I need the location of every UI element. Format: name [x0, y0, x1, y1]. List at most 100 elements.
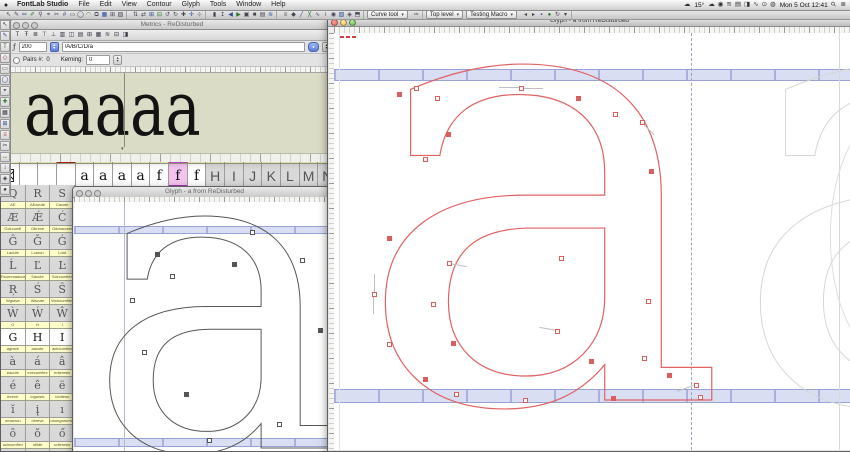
curve-node[interactable] [300, 258, 305, 263]
toolbar-icon[interactable]: ▤ [259, 11, 266, 19]
curve-node[interactable] [387, 342, 392, 347]
fan-icon[interactable]: ◉ [718, 0, 724, 10]
toolbar-icon[interactable]: ◀ [227, 11, 234, 19]
toolbar-icon[interactable]: ≀ [322, 11, 329, 19]
apple-menu-icon[interactable]: ● [0, 2, 12, 9]
toolbar-icon[interactable]: ✑ [413, 11, 420, 19]
curve-node[interactable] [646, 299, 651, 304]
toolbar-icon[interactable]: ≡ [282, 11, 289, 19]
palette-tool-icon[interactable]: ▦ [0, 108, 10, 118]
menu-item-edit[interactable]: Edit [95, 0, 117, 10]
curve-node[interactable] [667, 373, 672, 378]
toolbar-icon[interactable]: ≋ [267, 11, 274, 19]
curve-node[interactable] [611, 396, 616, 401]
palette-tool-icon[interactable]: ≡ [0, 130, 10, 140]
toolbar-dropdown-top-level[interactable]: Top level▾ [426, 10, 463, 19]
curve-node[interactable] [155, 252, 160, 257]
glyph-cell-G[interactable]: f [188, 164, 207, 188]
metrics-toolbar-icon[interactable]: ▦ [95, 31, 102, 39]
palette-tool-icon[interactable]: ⌖ [0, 86, 10, 96]
metrics-toolbar-icon[interactable]: ⊥ [50, 31, 57, 39]
eject-icon[interactable]: ⊙ [762, 0, 767, 10]
curve-node[interactable] [207, 438, 212, 443]
bezier-handle[interactable] [521, 88, 543, 89]
curve-node[interactable] [250, 230, 255, 235]
glyph-cell[interactable]: á [26, 353, 51, 370]
palette-tool-icon[interactable]: ✚ [0, 97, 10, 107]
curve-node[interactable] [454, 392, 459, 397]
metrics-toolbar-icon[interactable]: ⊟ [113, 31, 120, 39]
glyph-header-H[interactable]: H [26, 322, 51, 329]
curve-node[interactable] [423, 377, 428, 382]
glyph-cell[interactable]: Ľ [26, 257, 51, 274]
glyph-header-Gcircumfl[interactable]: Gcircumfl [1, 226, 26, 233]
weather-icon[interactable]: ☁ [684, 0, 691, 10]
glyph-header-omacron[interactable]: omacron [1, 418, 26, 425]
menu-item-view[interactable]: View [117, 0, 142, 10]
glyph-header-Wgrave[interactable]: Wgrave [1, 298, 26, 305]
toolbar-icon[interactable]: ◉ [330, 11, 337, 19]
menu-item-fontlab-studio[interactable]: FontLab Studio [12, 0, 73, 10]
glyph-cell[interactable]: G [1, 329, 26, 346]
curve-node[interactable] [451, 341, 456, 346]
curve-node[interactable] [523, 398, 528, 403]
metrics-toolbar-icon[interactable]: ◨ [122, 31, 129, 39]
glyph-cell[interactable]: Ĝ [1, 233, 26, 250]
glyph-header-AE[interactable]: AE [1, 202, 26, 209]
curve-node[interactable] [277, 422, 282, 427]
toolbar-icon[interactable]: ▾ [562, 11, 569, 19]
glyph-header-obreve[interactable]: obreve [26, 418, 51, 425]
palette-tool-icon[interactable]: ◇ [0, 53, 10, 63]
curve-node[interactable] [446, 132, 451, 137]
glyph-header-iogonek[interactable]: iogonek [26, 394, 51, 401]
string-field[interactable] [62, 42, 305, 52]
glyph-cell-B[interactable]: a [94, 164, 113, 188]
spotlight-icon[interactable]: ⚲ [829, 0, 839, 10]
toolbar-icon[interactable]: ▮ [211, 11, 218, 19]
glyph-header-eacute[interactable]: eacute [1, 370, 26, 377]
toolbar-icon[interactable]: # [61, 11, 68, 19]
curve-node[interactable] [387, 236, 392, 241]
glyph-header-agrave[interactable]: agrave [1, 346, 26, 353]
toolbar-icon[interactable]: ✏ [21, 11, 28, 19]
metrics-preview[interactable]: aaaaa ▾ [10, 73, 334, 154]
metrics-toolbar-icon[interactable]: ≋ [104, 31, 111, 39]
toolbar-icon[interactable]: ⌖ [45, 11, 52, 19]
toolbar-icon[interactable]: ✂ [53, 11, 60, 19]
curve-node[interactable] [431, 302, 436, 307]
metrics-toolbar-icon[interactable]: ▥ [59, 31, 66, 39]
cloud-icon[interactable]: ☁ [708, 0, 715, 10]
metrics-toolbar-icon[interactable]: ◫ [68, 31, 75, 39]
glyph-cell[interactable]: į [26, 401, 51, 418]
menu-item-glyph[interactable]: Glyph [177, 0, 205, 10]
glyph-cell[interactable]: é [1, 377, 26, 394]
palette-tool-icon[interactable]: ↕ [0, 163, 10, 173]
curve-node[interactable] [576, 96, 581, 101]
curve-node[interactable] [130, 298, 135, 303]
toolbar-icon[interactable]: ◆ [290, 11, 297, 19]
glyph-header-G[interactable]: G [1, 322, 26, 329]
toolbar-icon[interactable]: ⬒ [354, 11, 361, 19]
toolbar-icon[interactable]: ✚ [180, 11, 187, 19]
palette-tool-icon[interactable]: ✎ [0, 31, 10, 41]
glyph-canvas-front[interactable]: a o a [334, 33, 850, 450]
toolbar-icon[interactable]: ✎ [13, 11, 20, 19]
sync-icon[interactable]: ◍ [770, 0, 776, 10]
curve-node[interactable] [642, 356, 647, 361]
metrics-bottom-ruler[interactable] [10, 154, 334, 162]
curve-node[interactable] [555, 329, 560, 334]
glyph-header-ucircumflex[interactable]: ucircumflex [1, 442, 26, 449]
curve-node[interactable] [519, 86, 524, 91]
curve-node[interactable] [589, 359, 594, 364]
toolbar-icon[interactable]: ▸ [530, 11, 537, 19]
toolbar-icon[interactable]: ⊟ [156, 11, 163, 19]
toolbar-dropdown-curve-tool[interactable]: Curve tool▾ [367, 10, 408, 19]
kerning-field[interactable] [86, 55, 110, 65]
toolbar-icon[interactable]: ⧉ [93, 11, 100, 19]
metrics-toolbar-icon[interactable]: ▤ [77, 31, 84, 39]
glyph-cell-K[interactable]: K [262, 164, 281, 188]
toolbar-icon[interactable]: ▧ [117, 11, 124, 19]
palette-tool-icon[interactable]: T [0, 42, 10, 52]
menu-item-window[interactable]: Window [231, 0, 266, 10]
palette-tool-icon[interactable]: ✂ [0, 141, 10, 151]
